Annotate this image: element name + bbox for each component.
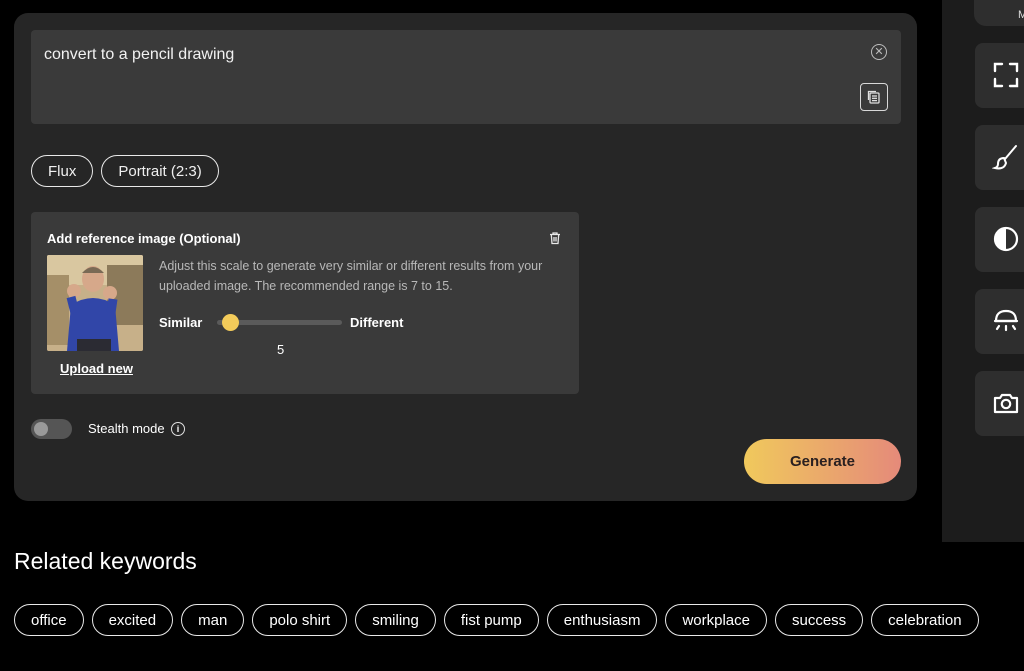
keyword-chip[interactable]: office (14, 604, 84, 636)
reference-description: Adjust this scale to generate very simil… (159, 259, 543, 293)
reference-title: Add reference image (Optional) (47, 231, 241, 246)
related-keywords-title: Related keywords (14, 548, 197, 574)
keyword-chip[interactable]: man (181, 604, 245, 636)
expand-tool-button[interactable] (975, 43, 1024, 108)
different-label: Different (350, 315, 404, 330)
prompt-text[interactable]: convert to a pencil drawing (44, 46, 234, 64)
related-keywords-list: office excited man polo shirt smiling fist pu… (14, 604, 979, 636)
similarity-slider[interactable] (217, 314, 342, 331)
copy-icon (867, 90, 880, 104)
keyword-chip[interactable]: success (774, 604, 864, 636)
prompt-input[interactable]: convert to a pencil drawing ✕ (31, 30, 901, 124)
toggle-knob (34, 422, 48, 436)
stealth-mode-label: Stealth mode (88, 421, 165, 436)
camera-icon (993, 393, 1019, 414)
brush-icon (992, 145, 1017, 170)
keyword-chip[interactable]: smiling (355, 604, 436, 636)
expand-icon (993, 62, 1019, 88)
slider-handle[interactable] (222, 314, 240, 331)
rail-top-item[interactable]: M (974, 0, 1024, 26)
aspect-ratio-chip[interactable]: Portrait (2:3) (101, 155, 219, 187)
lighting-tool-button[interactable] (975, 289, 1024, 354)
contrast-icon (993, 226, 1019, 252)
keyword-chip[interactable]: enthusiasm (546, 604, 658, 636)
option-chips: Flux Portrait (2:3) (31, 155, 219, 187)
upload-new-link[interactable]: Upload new (60, 361, 133, 376)
brush-tool-button[interactable] (975, 125, 1024, 190)
contrast-tool-button[interactable] (975, 207, 1024, 272)
reference-thumbnail (47, 255, 143, 351)
lamp-icon (993, 309, 1019, 332)
tool-rail: M (942, 0, 1024, 542)
trash-icon[interactable] (548, 231, 562, 245)
clear-icon[interactable]: ✕ (871, 44, 887, 60)
generate-button[interactable]: Generate (744, 439, 901, 484)
slider-value: 5 (277, 342, 285, 357)
stealth-mode-toggle[interactable] (31, 419, 72, 439)
keyword-chip[interactable]: excited (91, 604, 174, 636)
model-chip[interactable]: Flux (31, 155, 94, 187)
reference-image-card: Add reference image (Optional) Upload ne (31, 212, 579, 394)
similar-label: Similar (159, 315, 203, 330)
keyword-chip[interactable]: polo shirt (252, 604, 348, 636)
info-icon[interactable]: i (171, 422, 185, 436)
keyword-chip[interactable]: workplace (665, 604, 767, 636)
rail-top-label: M (1018, 9, 1024, 21)
keyword-chip[interactable]: celebration (871, 604, 979, 636)
camera-tool-button[interactable] (975, 371, 1024, 436)
keyword-chip[interactable]: fist pump (443, 604, 539, 636)
prompt-panel: convert to a pencil drawing ✕ Flux Portr… (14, 13, 917, 501)
copy-button[interactable] (860, 83, 888, 111)
